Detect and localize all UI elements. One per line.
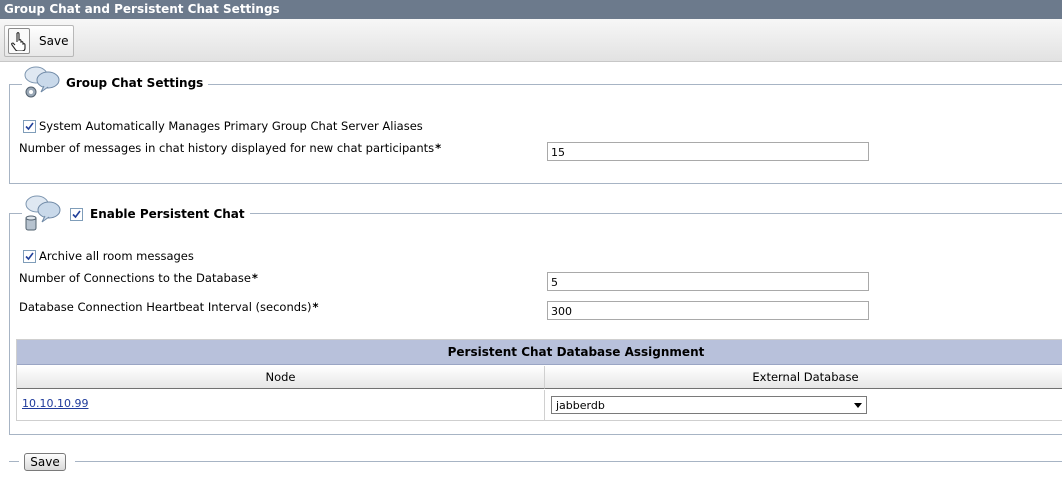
column-header-external-database[interactable]: External Database [545,366,1062,389]
toolbar: Save [0,19,1062,62]
history-label: Number of messages in chat history displ… [19,141,435,155]
chevron-down-icon [854,403,862,408]
table-row-node-cell: 10.10.10.99 [17,390,545,421]
chat-bubbles-database-icon [22,193,64,236]
group-chat-legend-text: Group Chat Settings [66,76,204,90]
archive-checkbox[interactable] [23,249,36,263]
required-mark: * [312,300,319,314]
enable-persistent-chat-label: Enable Persistent Chat [90,207,245,221]
column-header-node[interactable]: Node [17,366,545,389]
history-input[interactable]: 15 [547,142,869,161]
group-chat-legend: Group Chat Settings [22,64,209,103]
connections-row: Number of Connections to the Database * [19,271,258,285]
history-row: Number of messages in chat history displ… [19,141,441,155]
bottom-save-button[interactable]: Save [24,453,66,471]
required-mark: * [251,271,258,285]
save-icon [8,28,30,54]
bottom-divider-right [75,461,1062,462]
page-title: Group Chat and Persistent Chat Settings [0,0,1062,19]
bottom-divider-left [9,461,19,462]
heartbeat-row: Database Connection Heartbeat Interval (… [19,300,319,314]
heartbeat-input[interactable]: 300 [547,301,869,320]
save-button[interactable]: Save [4,25,74,57]
archive-label: Archive all room messages [39,249,194,263]
db-assignment-title: Persistent Chat Database Assignment [17,340,1062,365]
auto-manage-label: System Automatically Manages Primary Gro… [39,119,423,133]
archive-row: Archive all room messages [23,249,194,263]
connections-label: Number of Connections to the Database [19,271,251,285]
persistent-chat-legend: Enable Persistent Chat [22,194,250,234]
node-link[interactable]: 10.10.10.99 [22,397,88,410]
external-database-select[interactable]: jabberdb [551,396,867,414]
required-mark: * [435,141,442,155]
chat-bubbles-gear-icon [22,64,62,103]
auto-manage-checkbox[interactable] [23,119,36,133]
enable-persistent-chat-checkbox[interactable] [70,207,83,221]
external-database-value: jabberdb [556,399,605,412]
table-row-db-cell: jabberdb [545,390,1062,421]
connections-input[interactable]: 5 [547,272,869,291]
auto-manage-row: System Automatically Manages Primary Gro… [23,119,423,133]
db-assignment-table: Persistent Chat Database Assignment Node… [16,339,1062,421]
save-button-label: Save [39,34,69,48]
heartbeat-label: Database Connection Heartbeat Interval (… [19,300,312,314]
